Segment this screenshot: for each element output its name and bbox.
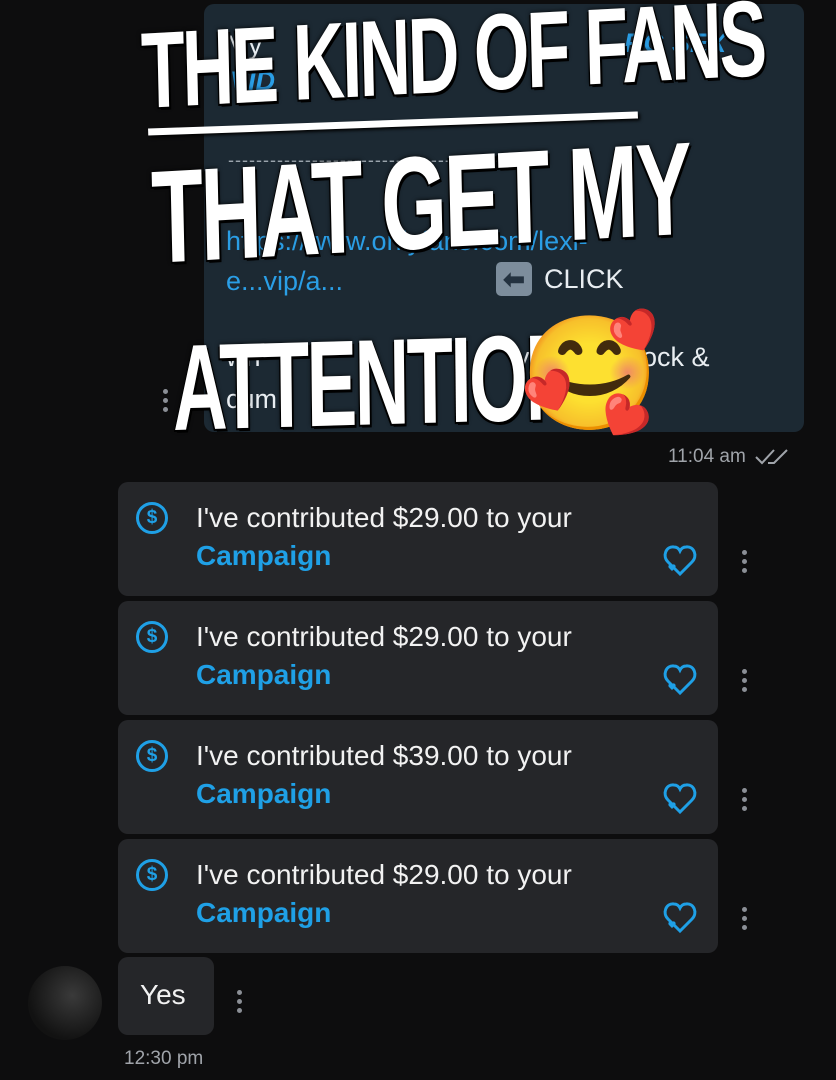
dollar-icon: $ <box>136 621 168 653</box>
contribution-message[interactable]: $ I've contributed $39.00 to your Campai… <box>118 720 718 834</box>
dollar-icon: $ <box>136 859 168 891</box>
overlay-line-3: ATTENTION <box>172 308 579 456</box>
reply-menu-icon[interactable] <box>236 990 242 1013</box>
reply-text: Yes <box>140 979 186 1010</box>
dollar-icon: $ <box>136 740 168 772</box>
campaign-link[interactable]: Campaign <box>196 897 331 929</box>
campaign-link[interactable]: Campaign <box>196 778 331 810</box>
message-time: 11:04 am <box>668 446 746 467</box>
contribution-message[interactable]: $ I've contributed $29.00 to your Campai… <box>118 482 718 596</box>
top-message-menu-icon[interactable] <box>162 389 168 412</box>
campaign-link[interactable]: Campaign <box>196 659 331 691</box>
overlay-line-2: THAT GET MY <box>150 114 692 291</box>
avatar[interactable] <box>28 966 102 1040</box>
double-check-icon <box>755 449 788 465</box>
contribution-text: I've contributed $29.00 to your <box>196 502 572 533</box>
contribution-text: I've contributed $29.00 to your <box>196 859 572 890</box>
like-heart-icon[interactable] <box>660 899 700 935</box>
contribution-menu-icon[interactable] <box>741 788 747 811</box>
incoming-message-bubble[interactable]: Yes <box>118 957 214 1035</box>
message-meta: 11:04 am <box>668 446 790 468</box>
contribution-menu-icon[interactable] <box>741 669 747 692</box>
smiling-hearts-emoji: 🥰 <box>520 311 660 436</box>
contribution-message[interactable]: $ I've contributed $29.00 to your Campai… <box>118 839 718 953</box>
like-heart-icon[interactable] <box>660 780 700 816</box>
like-heart-icon[interactable] <box>660 661 700 697</box>
reply-time: 12:30 pm <box>124 1048 204 1069</box>
like-heart-icon[interactable] <box>660 542 700 578</box>
contribution-text: I've contributed $29.00 to your <box>196 621 572 652</box>
contribution-menu-icon[interactable] <box>741 550 747 573</box>
campaign-link[interactable]: Campaign <box>196 540 331 572</box>
contribution-message[interactable]: $ I've contributed $29.00 to your Campai… <box>118 601 718 715</box>
contribution-menu-icon[interactable] <box>741 907 747 930</box>
dollar-icon: $ <box>136 502 168 534</box>
contribution-text: I've contributed $39.00 to your <box>196 740 572 771</box>
